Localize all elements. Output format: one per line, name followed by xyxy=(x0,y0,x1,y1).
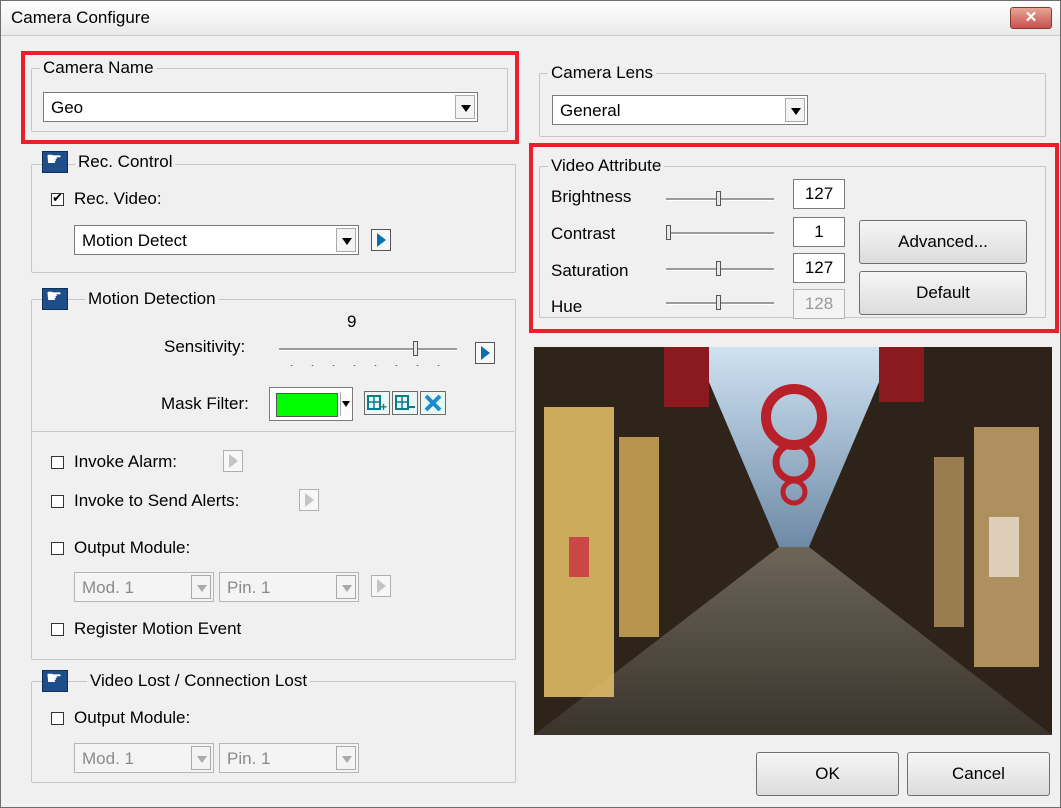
divider xyxy=(31,431,514,432)
chevron-down-icon[interactable] xyxy=(336,575,356,599)
module-value: Mod. 1 xyxy=(82,578,134,597)
hand-pointer-icon xyxy=(42,149,68,173)
pin-select[interactable]: Pin. 1 xyxy=(219,572,359,602)
sensitivity-value: 9 xyxy=(347,312,357,331)
sensitivity-label: Sensitivity: xyxy=(164,337,246,356)
motion-detection-label: Motion Detection xyxy=(85,289,219,309)
rec-mode-value: Motion Detect xyxy=(82,231,187,250)
camera-lens-select[interactable]: General xyxy=(552,95,808,125)
camera-name-highlight xyxy=(21,51,519,144)
video-lost-module-value: Mod. 1 xyxy=(82,749,134,768)
chevron-down-icon[interactable] xyxy=(191,575,211,599)
video-lost-output-label: Output Module: xyxy=(74,708,191,727)
chevron-down-icon[interactable] xyxy=(336,228,356,252)
chevron-down-icon[interactable] xyxy=(191,746,211,770)
slider-ticks xyxy=(281,363,456,368)
rec-video-checkbox[interactable] xyxy=(51,190,64,206)
hand-pointer-icon xyxy=(42,286,68,310)
rec-video-label: Rec. Video: xyxy=(74,189,162,208)
close-button[interactable]: ✕ xyxy=(1010,7,1052,29)
cancel-button[interactable]: Cancel xyxy=(907,752,1050,796)
output-module-label: Output Module: xyxy=(74,538,191,557)
chevron-down-icon[interactable] xyxy=(785,98,805,122)
invoke-alarm-label: Invoke Alarm: xyxy=(74,452,177,471)
camera-lens-label: Camera Lens xyxy=(548,63,657,83)
invoke-alerts-checkbox[interactable] xyxy=(51,495,64,508)
chevron-down-icon[interactable] xyxy=(336,746,356,770)
sensitivity-slider[interactable] xyxy=(279,339,457,359)
camera-preview-image xyxy=(534,347,1052,735)
video-attribute-highlight xyxy=(529,143,1059,333)
video-lost-output-checkbox[interactable] xyxy=(51,712,64,725)
slider-track xyxy=(279,348,457,351)
video-lost-pin-select[interactable]: Pin. 1 xyxy=(219,743,359,773)
video-lost-module-select[interactable]: Mod. 1 xyxy=(74,743,214,773)
register-motion-checkbox[interactable] xyxy=(51,623,64,636)
slider-thumb[interactable] xyxy=(413,341,418,356)
mask-filter-label: Mask Filter: xyxy=(161,394,249,413)
ok-button[interactable]: OK xyxy=(756,752,899,796)
play-icon[interactable] xyxy=(299,489,319,511)
hand-pointer-icon xyxy=(42,668,68,692)
rec-control-label: Rec. Control xyxy=(75,152,176,172)
clear-mask-icon[interactable] xyxy=(420,391,446,415)
add-mask-icon[interactable]: + xyxy=(364,391,390,415)
rec-mode-select[interactable]: Motion Detect xyxy=(74,225,359,255)
play-icon[interactable] xyxy=(223,450,243,472)
remove-mask-icon[interactable] xyxy=(392,391,418,415)
invoke-alarm-checkbox[interactable] xyxy=(51,456,64,469)
play-icon[interactable] xyxy=(371,575,391,597)
module-select[interactable]: Mod. 1 xyxy=(74,572,214,602)
play-icon[interactable] xyxy=(371,229,391,251)
dialog-title: Camera Configure xyxy=(11,8,150,27)
pin-value: Pin. 1 xyxy=(227,578,271,597)
invoke-alerts-label: Invoke to Send Alerts: xyxy=(74,491,240,510)
rec-control-group xyxy=(31,164,516,273)
chevron-down-icon[interactable] xyxy=(340,392,351,416)
camera-configure-dialog: Camera Configure ✕ Camera Name Geo Camer… xyxy=(0,0,1061,808)
mask-color-picker[interactable] xyxy=(269,387,353,421)
register-motion-label: Register Motion Event xyxy=(74,619,242,638)
mask-color-swatch xyxy=(276,393,338,417)
title-bar: Camera Configure ✕ xyxy=(1,1,1060,36)
video-lost-pin-value: Pin. 1 xyxy=(227,749,271,768)
camera-lens-value: General xyxy=(560,101,621,120)
video-lost-label: Video Lost / Connection Lost xyxy=(87,671,311,691)
svg-text:+: + xyxy=(380,400,387,414)
output-module-checkbox[interactable] xyxy=(51,542,64,555)
play-icon[interactable] xyxy=(475,342,495,364)
